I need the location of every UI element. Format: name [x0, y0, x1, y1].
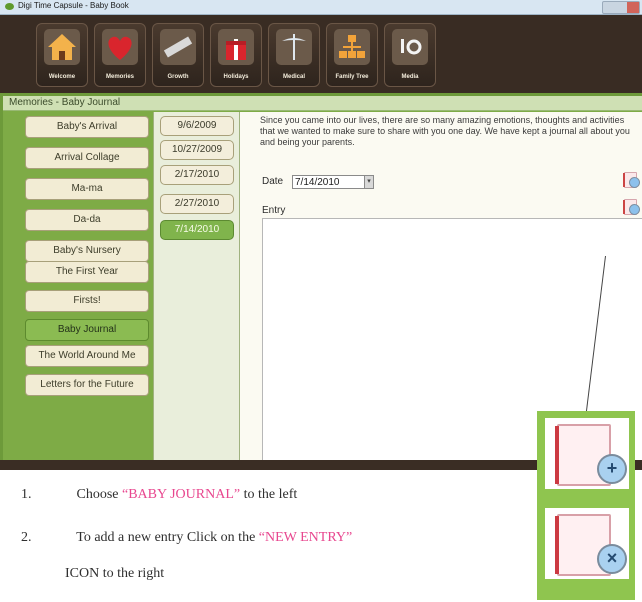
x-badge-icon: × [597, 544, 627, 574]
step-text: Choose [76, 487, 122, 502]
date-item[interactable]: 10/27/2009 [160, 140, 234, 160]
toolbar-button-medical[interactable]: Medical [268, 23, 320, 87]
step-number: 1. [21, 487, 32, 502]
caduceus-icon [276, 29, 312, 65]
journal-intro-text: Since you came into our lives, there are… [260, 115, 630, 147]
date-item[interactable]: 2/17/2010 [160, 165, 234, 185]
date-picker-input[interactable]: 7/14/2010 [292, 175, 374, 189]
toolbar-button-welcome[interactable]: Welcome [36, 23, 88, 87]
plus-badge-icon [629, 177, 640, 188]
window-controls[interactable] [602, 1, 640, 14]
app-icon [5, 3, 14, 10]
plus-badge-icon: + [597, 454, 627, 484]
nav-item-ma-ma[interactable]: Ma-ma [25, 178, 149, 200]
journal-date-list: 9/6/2009 10/27/2009 2/17/2010 2/27/2010 … [153, 112, 240, 460]
step-text: To add a new entry Click on the [76, 530, 259, 545]
new-entry-icon[interactable] [623, 172, 640, 188]
toolbar-button-family-tree[interactable]: Family Tree [326, 23, 378, 87]
toolbar-label: Welcome [48, 74, 76, 80]
entry-label: Entry [262, 205, 286, 216]
toolbar-label: Growth [167, 74, 189, 80]
toolbar-button-media[interactable]: Media [384, 23, 436, 87]
toolbar-label: Media [401, 74, 419, 80]
family-tree-icon [334, 29, 370, 65]
nav-item-da-da[interactable]: Da-da [25, 209, 149, 231]
window-title: Digi Time Capsule - Baby Book [18, 1, 129, 10]
nav-item-babys-nursery[interactable]: Baby's Nursery [25, 240, 149, 262]
instruction-step-2-cont: ICON to the right [65, 566, 165, 581]
nav-item-arrival-collage[interactable]: Arrival Collage [25, 147, 149, 169]
step-highlight: “BABY JOURNAL” [122, 487, 241, 502]
step-text: to the left [243, 487, 298, 502]
journal-content: Since you came into our lives, there are… [240, 112, 642, 462]
nav-item-the-world-around-me[interactable]: The World Around Me [25, 345, 149, 367]
nav-item-firsts[interactable]: Firsts! [25, 290, 149, 312]
toolbar-label: Memories [105, 74, 134, 80]
date-label: Date [262, 176, 284, 187]
panel-title: Memories - Baby Journal [3, 96, 642, 111]
main-toolbar: Welcome Memories Growth Holidays Medical [0, 15, 642, 93]
gift-icon [218, 29, 254, 65]
ruler-icon [160, 29, 196, 65]
date-item[interactable]: 9/6/2009 [160, 116, 234, 136]
title-bar: Digi Time Capsule - Baby Book [0, 0, 642, 15]
callout-delete-entry: × [545, 508, 629, 579]
app-window: Digi Time Capsule - Baby Book Welcome Me… [0, 0, 642, 470]
nav-item-the-first-year[interactable]: The First Year [25, 261, 149, 283]
date-item-selected[interactable]: 7/14/2010 [160, 220, 234, 240]
step-highlight: “NEW ENTRY” [258, 530, 353, 545]
nav-item-babys-arrival[interactable]: Baby's Arrival [25, 116, 149, 138]
delete-entry-icon[interactable] [623, 199, 640, 215]
date-dropdown-icon[interactable]: ▾ [364, 176, 373, 188]
nav-item-baby-journal[interactable]: Baby Journal [25, 319, 149, 341]
toolbar-label: Holidays [223, 74, 249, 80]
instruction-step-1: 1. Choose “BABY JOURNAL” to the left [21, 487, 297, 503]
nav-item-letters-for-the-future[interactable]: Letters for the Future [25, 374, 149, 396]
callout-new-entry: + [545, 418, 629, 489]
toolbar-button-growth[interactable]: Growth [152, 23, 204, 87]
x-badge-icon [629, 204, 640, 215]
close-icon[interactable] [627, 2, 639, 13]
house-icon [44, 29, 80, 65]
toolbar-button-memories[interactable]: Memories [94, 23, 146, 87]
instruction-step-2: 2. To add a new entry Click on the “NEW … [21, 530, 352, 546]
toolbar-label: Medical [282, 74, 305, 80]
heart-icon [102, 29, 138, 65]
date-item[interactable]: 2/27/2010 [160, 194, 234, 214]
toolbar-label: Family Tree [335, 74, 369, 80]
step-number: 2. [21, 530, 32, 545]
toolbar-button-holidays[interactable]: Holidays [210, 23, 262, 87]
camera-icon [392, 29, 428, 65]
